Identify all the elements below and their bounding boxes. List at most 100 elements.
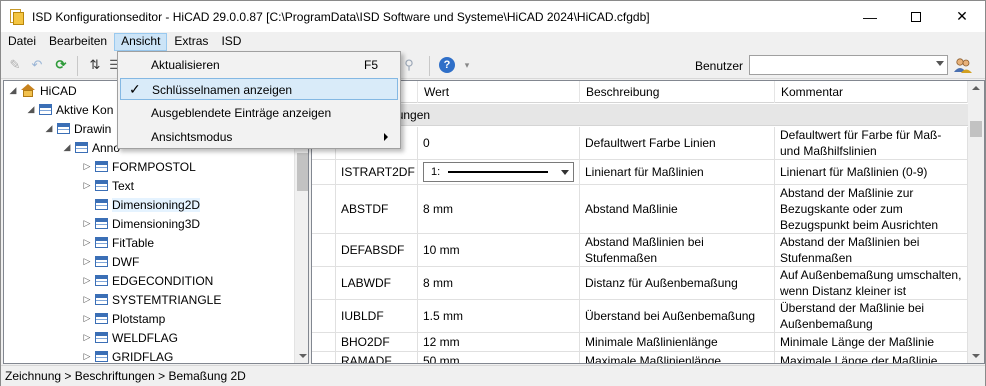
description-cell: Abstand Maßlinie [580,185,775,233]
tree-item[interactable]: ◢ HiCAD [8,81,77,100]
overflow-icon[interactable]: ▾ [459,57,475,73]
expand-icon[interactable]: ▷ [82,351,92,362]
row-header[interactable] [312,185,336,233]
tree-item[interactable]: ◢ Anno [62,138,121,157]
row-header[interactable] [312,234,336,266]
column-header-wert[interactable]: Wert [418,81,580,103]
linetype-combobox[interactable]: 1: [423,162,574,182]
table-row[interactable]: RAMADF 50 mm Maximale Maßlinienlänge Maxima… [312,352,968,363]
tree-item[interactable]: ▷ DWF [82,252,140,271]
menu-bar: Datei Bearbeiten Ansicht Extras ISD [1,32,985,52]
maximize-icon [911,11,921,22]
expand-icon[interactable]: ▷ [82,332,92,343]
value-cell[interactable]: 8 mm [418,267,580,299]
menu-extras[interactable]: Extras [168,33,214,51]
linetype-value: 1: [431,166,441,178]
tree-item[interactable]: ▷ Dimensioning3D [82,214,201,233]
column-header-beschreibung[interactable]: Beschreibung [580,81,775,103]
expand-icon[interactable]: ▷ [82,275,92,286]
collapse-icon[interactable]: ◢ [62,142,72,153]
tree-item[interactable]: ▷ WELDFLAG [82,328,178,347]
tree-item[interactable]: ▷ FitTable [82,233,155,252]
collapse-icon[interactable]: ◢ [8,85,18,96]
menu-item[interactable]: Ausgeblendete Einträge anzeigen [120,102,398,124]
row-header[interactable] [312,333,336,351]
refresh-icon[interactable]: ⟳ [53,57,69,73]
tree-item-label: EDGECONDITION [112,273,214,288]
menu-item-shortcut: F5 [363,58,378,72]
tree-item[interactable]: ▷ FORMPOSTOL [82,157,196,176]
submenu-arrow-icon [384,133,388,141]
expand-icon[interactable]: ▷ [82,313,92,324]
value-cell[interactable]: 50 mm [418,352,580,363]
row-header[interactable] [312,267,336,299]
tree-item[interactable]: ▷ Plotstamp [82,309,166,328]
grid-scroll-thumb[interactable] [970,121,982,137]
tree-item[interactable]: ▷ EDGECONDITION [82,271,214,290]
table-icon [95,256,108,267]
grid-scrollbar[interactable] [968,81,984,363]
comment-cell: Abstand der Maßlinien bei Stufenmaßen [775,234,968,266]
undo-icon[interactable]: ↶ [29,57,45,73]
value-cell[interactable]: 12 mm [418,333,580,351]
value-cell[interactable]: 0 [418,127,580,159]
menu-item[interactable]: Aktualisieren F5 [120,54,398,76]
benutzer-dropdown[interactable] [749,55,948,75]
expand-icon[interactable]: ▷ [82,237,92,248]
edit-pencil-icon[interactable]: ✎ [7,57,23,73]
menu-isd[interactable]: ISD [215,33,247,51]
toolbar-separator [77,56,78,76]
expand-icon[interactable]: ▷ [82,218,92,229]
table-row[interactable]: IUBLDF 1.5 mm Überstand bei Außenbemaßung Ü… [312,300,968,333]
menu-datei[interactable]: Datei [2,33,42,51]
collapse-icon[interactable]: ◢ [26,104,36,115]
scroll-up-icon[interactable] [972,86,980,90]
table-row[interactable]: ABSTDF 8 mm Abstand Maßlinie Abstand der Ma… [312,185,968,234]
row-header[interactable] [312,160,336,184]
menu-item[interactable]: Ansichtsmodus [120,126,398,148]
table-row[interactable]: LABWDF 8 mm Distanz für Außenbemaßung Auf A… [312,267,968,300]
tree-item[interactable]: ▷ Text [82,176,134,195]
table-row[interactable]: BHO2DF 12 mm Minimale Maßlinienlänge Minima… [312,333,968,352]
tree-item[interactable]: ▷ GRIDFLAG [82,347,174,364]
close-icon: ✕ [956,8,968,24]
tree-item[interactable]: ◢ Drawin [44,119,112,138]
table-row[interactable]: DEFABSDF 10 mm Abstand Maßlinien bei Stufe… [312,234,968,267]
expand-icon[interactable]: ▷ [82,256,92,267]
status-bar: Zeichnung > Beschriftungen > Bemaßung 2D [1,365,985,386]
tree-scroll-thumb[interactable] [297,153,308,191]
menu-bearbeiten[interactable]: Bearbeiten [43,33,113,51]
group-row[interactable]: egrenzungen [312,104,968,126]
settings-grid: Wert Beschreibung Kommentar egrenzungen … [311,80,985,364]
help-icon[interactable]: ? [439,57,455,73]
table-row[interactable]: ISTRART2DF 1: Linienart für Maßlinien Linie… [312,160,968,185]
value-cell[interactable]: 10 mm [418,234,580,266]
expand-icon[interactable]: ▷ [82,294,92,305]
scroll-down-icon[interactable] [972,354,980,358]
minimize-button[interactable]: — [847,1,893,32]
row-header[interactable] [312,300,336,332]
value-cell[interactable]: 1: [418,160,580,184]
menu-ansicht[interactable]: Ansicht [114,33,168,51]
users-icon[interactable] [953,57,973,73]
sort-icon[interactable]: ⇅ [87,57,103,73]
expand-icon[interactable]: ▷ [82,161,92,172]
menu-item[interactable]: ✓ Schlüsselnamen anzeigen [120,78,398,100]
column-header-kommentar[interactable]: Kommentar [775,81,968,103]
binoculars-icon[interactable]: ⚲ [401,57,417,73]
row-header[interactable] [312,352,336,363]
tree-item[interactable]: ◢ Aktive Kon [26,100,114,119]
tree-item[interactable]: ▷ SYSTEMTRIANGLE [82,290,222,309]
collapse-icon[interactable]: ◢ [44,123,54,134]
value-cell[interactable]: 8 mm [418,185,580,233]
tree-item-label: Anno [92,140,121,155]
tree-item[interactable]: Dimensioning2D [82,195,201,214]
title-bar: ISD Konfigurationseditor - HiCAD 29.0.0.… [1,1,985,32]
close-button[interactable]: ✕ [939,1,985,32]
scroll-down-icon[interactable] [299,354,307,358]
value-cell[interactable]: 1.5 mm [418,300,580,332]
expand-icon[interactable]: ▷ [82,180,92,191]
maximize-button[interactable] [893,1,939,32]
table-icon [95,180,108,191]
table-row[interactable]: 0 Defaultwert Farbe Linien Defaultwert für… [312,127,968,160]
